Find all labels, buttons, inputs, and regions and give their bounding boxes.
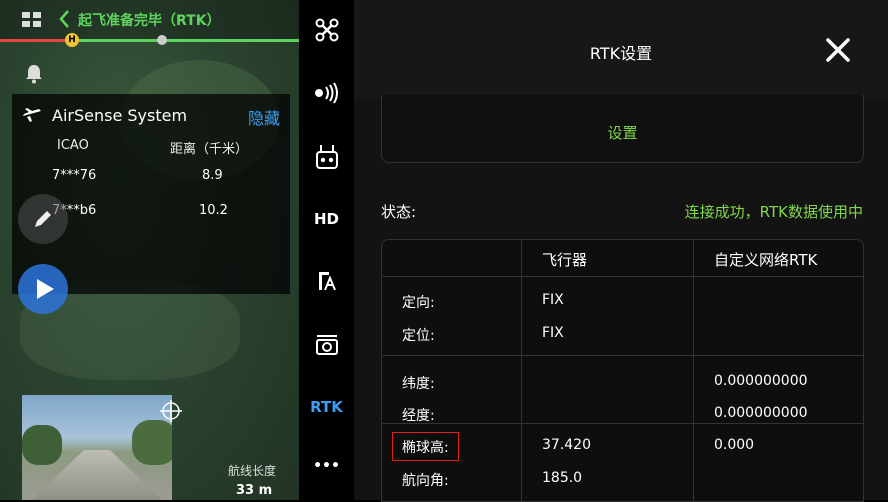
aircraft-heading-value: FIX — [542, 292, 564, 308]
side-menu-remote-controller[interactable] — [299, 144, 354, 174]
aircraft-position-dot — [157, 35, 167, 45]
camera-icon — [315, 335, 338, 355]
table-divider — [521, 240, 522, 501]
side-menu-hd[interactable]: HD — [299, 210, 354, 228]
drone-icon — [315, 18, 338, 42]
row-label-longitude: 经度: — [402, 408, 435, 424]
start-mission-button[interactable] — [18, 264, 68, 314]
column-header-custom-rtk: 自定义网络RTK — [714, 251, 818, 269]
aircraft-yaw-value: 185.0 — [542, 470, 583, 486]
airsense-panel: AirSense System 隐藏 ICAO 距离（千米） 7***76 8.… — [12, 94, 290, 294]
camera-preview[interactable] — [22, 395, 172, 500]
preview-trees — [132, 420, 172, 465]
side-menu-rtk[interactable]: RTK — [299, 398, 354, 416]
signal-icon — [314, 82, 338, 104]
panel-title: RTK设置 — [589, 44, 653, 63]
table-divider — [693, 240, 694, 501]
bell-icon[interactable] — [25, 64, 43, 88]
grid-menu-icon[interactable] — [22, 12, 42, 28]
rtk-status-table: 飞行器 自定义网络RTK 定向: FIX 定位: FIX 纬度: 0.00000… — [381, 239, 864, 502]
side-menu-aircraft[interactable] — [299, 18, 354, 46]
table-divider — [382, 423, 863, 424]
airsense-icao-cell: 7***76 — [52, 168, 97, 183]
crosshair-icon[interactable] — [160, 400, 182, 426]
custom-rtk-latitude-value: 0.000000000 — [714, 373, 808, 389]
pencil-icon — [35, 211, 51, 227]
row-label-yaw: 航向角: — [402, 473, 449, 489]
status-label: 状态: — [381, 203, 417, 221]
settings-side-menu: HD RTK ••• — [299, 0, 354, 500]
aircraft-ellipsoid-height-value: 37.420 — [542, 437, 591, 453]
track-red-segment — [0, 39, 72, 42]
rtk-settings-panel: RTK设置 设置 状态: 连接成功，RTK数据使用中 飞行器 自定义网络RTK … — [354, 0, 888, 502]
table-divider — [382, 276, 863, 277]
row-label-latitude: 纬度: — [402, 376, 435, 392]
remote-controller-icon — [315, 145, 338, 169]
aircraft-positioning-value: FIX — [542, 325, 564, 341]
back-chevron-icon[interactable] — [58, 9, 70, 33]
distance-column-header: 距离（千米） — [170, 142, 249, 157]
row-label-heading: 定向: — [402, 295, 435, 311]
side-menu-more[interactable]: ••• — [299, 458, 354, 474]
custom-rtk-longitude-value: 0.000000000 — [714, 405, 808, 421]
preview-trees — [22, 425, 62, 465]
close-button[interactable] — [822, 34, 854, 66]
icao-column-header: ICAO — [57, 138, 89, 153]
home-point-marker: H — [65, 33, 79, 47]
route-length-label: 航线长度 — [228, 464, 277, 478]
airsense-hide-button[interactable]: 隐藏 — [248, 105, 280, 129]
column-header-aircraft: 飞行器 — [542, 251, 588, 269]
settings-link[interactable]: 设置 — [382, 122, 863, 143]
flight-status-text: 起飞准备完毕（RTK） — [78, 13, 221, 29]
edit-button[interactable] — [18, 194, 68, 244]
airsense-distance-cell: 8.9 — [202, 168, 223, 183]
airsense-distance-cell: 10.2 — [199, 203, 228, 218]
side-menu-camera[interactable] — [299, 334, 354, 360]
row-label-positioning: 定位: — [402, 328, 435, 344]
close-icon — [826, 38, 850, 62]
table-divider — [382, 355, 863, 356]
status-value: 连接成功，RTK数据使用中 — [684, 203, 863, 221]
side-menu-flight-assist[interactable] — [299, 270, 354, 296]
row-label-ellipsoid-height: 椭球高: — [402, 440, 449, 456]
flight-progress-track — [0, 39, 299, 42]
route-length-value: 33 m — [236, 483, 273, 498]
airplane-icon — [22, 107, 42, 127]
rtk-settings-card[interactable]: 设置 — [381, 95, 864, 163]
map-view[interactable]: 起飞准备完毕（RTK） H AirSense System 隐藏 ICAO 距离… — [0, 0, 299, 500]
airsense-title: AirSense System — [52, 106, 188, 125]
side-menu-sensors[interactable] — [299, 82, 354, 108]
flight-assist-icon — [318, 272, 336, 291]
custom-rtk-ellipsoid-height-value: 0.000 — [714, 437, 755, 453]
play-icon — [37, 279, 54, 299]
